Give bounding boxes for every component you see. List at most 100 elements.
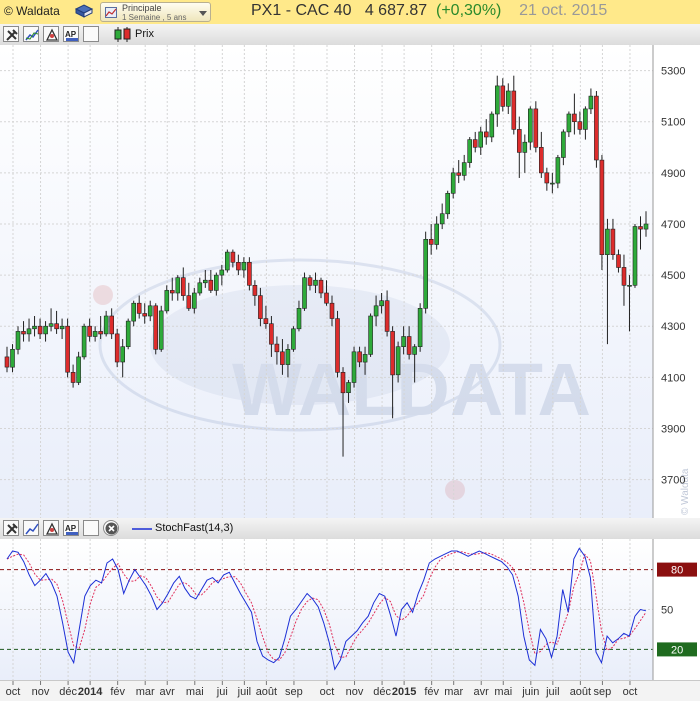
price-axis-tick-label: 5100 [661,117,685,129]
candle-body [489,113,495,138]
candle-body [384,300,390,332]
candle-body [346,382,351,393]
stoch-panel[interactable]: 80 20 50 [0,539,700,680]
candle-up[interactable] [225,249,230,273]
candle-up[interactable] [368,313,373,357]
candle-down[interactable] [65,318,70,378]
level-80-badge: 80 [657,562,697,577]
candle-body [588,95,594,110]
candle-body [373,305,379,317]
candle-down[interactable] [533,101,539,153]
candle-body [296,307,302,330]
candle-up[interactable] [632,223,638,288]
candle-body [368,315,373,355]
candle-body [258,295,263,319]
candle-body [175,277,181,294]
candle-body [15,331,21,350]
time-axis-label: 2014 [78,686,103,698]
candle-body [357,351,362,363]
drawing-tools-icon[interactable] [43,520,59,536]
candle-body [538,147,544,174]
time-axis-label: nov [32,686,50,698]
maximize-panel-icon[interactable] [83,26,99,42]
candle-up[interactable] [302,272,307,311]
candle-body [59,325,65,330]
candle-body [269,323,274,345]
badge-text: 20 [671,644,683,656]
candle-body [164,290,170,312]
price-panel-toolbar: AP Prix [0,24,700,46]
candle-body [544,172,550,184]
indicator-icon[interactable] [23,520,39,536]
candle-up[interactable] [555,154,561,189]
candle-body [153,305,158,350]
candle-body [329,302,335,319]
price-chart[interactable]: WALDATA© Waldata370039004100430045004700… [0,45,700,518]
candle-down[interactable] [335,310,340,378]
candle-body [561,131,566,158]
candle-down[interactable] [153,303,158,355]
chevron-down-icon[interactable] [199,11,207,16]
time-axis-label: oct [623,686,638,698]
price-axis-tick-label: 4100 [661,372,685,384]
candle-up[interactable] [291,326,296,352]
candle-up[interactable] [158,305,164,352]
book-icon[interactable] [74,3,94,20]
tools-icon[interactable] [3,520,19,536]
analysis-icon[interactable]: AP [63,520,79,536]
candle-body [417,307,423,347]
quote-headline: PX1 - CAC 40 4 687.87 (+0,30%) 21 oct. 2… [251,2,607,20]
stoch-chart[interactable]: 80 20 50 [0,539,700,680]
maximize-panel-icon[interactable] [83,520,99,536]
candle-body [158,310,164,350]
price-axis-tick-label: 4700 [661,219,685,231]
candle-body [621,267,627,286]
candle-up[interactable] [76,351,81,386]
candle-up[interactable] [423,231,429,314]
candle-body [324,292,329,304]
candle-body [434,223,440,245]
time-axis-label: août [570,686,591,698]
candle-body [461,162,467,176]
candle-body [236,262,241,271]
time-axis-labels: oct nov déc 2014 fév mar avr mai jui juil août sep o… [6,681,638,698]
candle-body [203,279,208,284]
candle-body [230,251,236,263]
last-price: 4 687.87 [364,2,428,19]
indicator-icon[interactable] [23,26,39,42]
analysis-icon[interactable]: AP [63,26,79,42]
candle-body [313,279,318,286]
candle-up[interactable] [81,323,87,360]
time-axis-label: oct [320,686,335,698]
price-panel[interactable]: WALDATA © Waldata 3700 3900 4100 4300 4500 4700… [0,45,700,518]
candle-up[interactable] [125,318,131,350]
drawing-tools-icon[interactable] [43,26,59,42]
candle-body [456,172,462,176]
candle-down[interactable] [247,257,252,291]
candle-body [76,356,81,383]
candle-body [572,113,577,122]
close-icon[interactable] [103,520,119,536]
candle-body [252,285,258,296]
candle-down[interactable] [594,91,599,168]
candle-body [147,305,153,317]
candle-body [192,292,197,309]
candle-down[interactable] [599,154,605,270]
tools-icon[interactable] [3,26,19,42]
candle-body [263,318,269,325]
candle-body [318,279,324,294]
stoch-axis-tick-label: 50 [661,605,673,617]
price-legend[interactable]: Prix [135,28,154,40]
layout-selector[interactable]: Principale 1 Semaine , 5 ans [100,2,211,22]
candle-up[interactable] [417,303,423,352]
candle-up[interactable] [351,346,357,388]
candle-down[interactable] [114,328,120,368]
candle-body [65,325,70,373]
stoch-legend-line [132,528,152,530]
candle-body [48,323,54,327]
candle-body [605,228,610,256]
candle-body [439,213,445,225]
stoch-legend[interactable]: StochFast(14,3) [155,522,233,534]
quote-date: 21 oct. 2015 [519,2,608,19]
candle-body [550,182,555,185]
